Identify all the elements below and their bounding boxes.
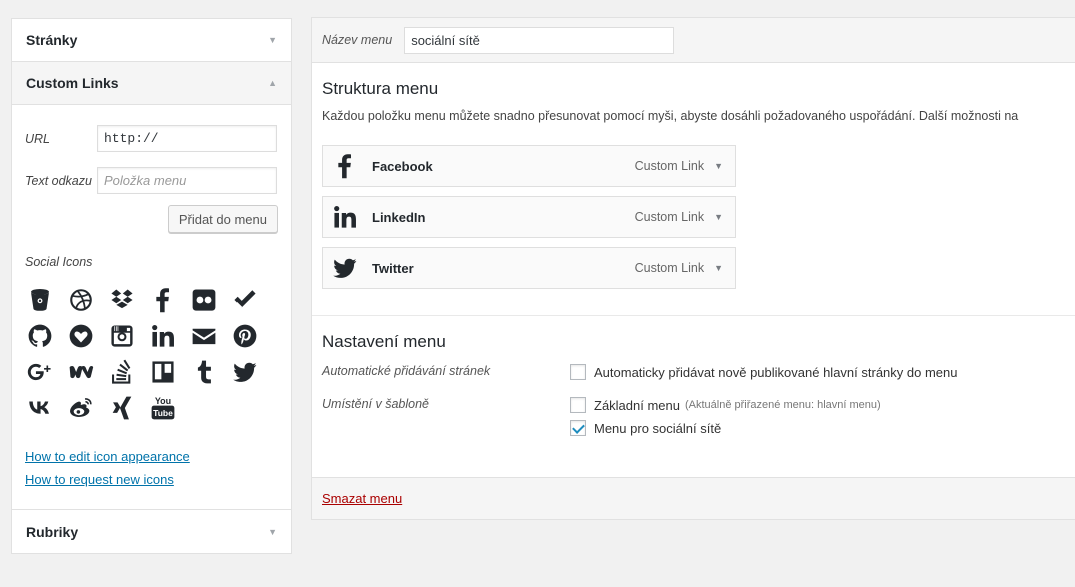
- auto-add-checkbox[interactable]: [570, 364, 586, 380]
- location-social-option: Menu pro sociální sítě: [570, 420, 881, 436]
- location-label: Umístění v šabloně: [322, 397, 429, 411]
- vk-icon[interactable]: [26, 394, 53, 421]
- menu-item-type: Custom Link: [634, 261, 705, 275]
- menu-content: Struktura menu Každou položku menu můžet…: [312, 79, 1075, 443]
- accordion-panel: Stránky ▼ Custom Links ▲ URL http:// Tex…: [11, 18, 292, 554]
- link-text-input[interactable]: Položka menu: [97, 167, 277, 194]
- dribbble-icon[interactable]: [67, 286, 94, 313]
- link-text-label: Text odkazu: [25, 173, 92, 188]
- youtube-icon[interactable]: [149, 394, 176, 421]
- location-primary-note: (Aktuálně přiřazené menu: hlavní menu): [685, 399, 881, 411]
- flickr-icon[interactable]: [190, 286, 217, 313]
- menu-editor: Název menu sociální sítě Struktura menu …: [311, 17, 1075, 520]
- path-icon[interactable]: [67, 358, 94, 385]
- googleplus-icon[interactable]: [26, 358, 53, 385]
- menu-item-facebook[interactable]: Facebook Custom Link ▼: [322, 145, 736, 187]
- request-new-icons-link[interactable]: How to request new icons: [25, 472, 278, 487]
- menu-footer: Smazat menu: [312, 477, 1075, 519]
- location-primary-text: Základní menu: [594, 397, 680, 413]
- menu-item-title: Facebook: [372, 158, 433, 174]
- stackoverflow-icon[interactable]: [108, 358, 135, 385]
- menu-item-title: LinkedIn: [372, 209, 426, 225]
- bitbucket-icon[interactable]: [26, 286, 53, 313]
- menu-item-linkedin[interactable]: LinkedIn Custom Link ▼: [322, 196, 736, 238]
- menu-item-type: Custom Link: [634, 159, 705, 173]
- accordion-categories[interactable]: Rubriky ▼: [12, 510, 291, 553]
- location-social-checkbox[interactable]: [570, 420, 586, 436]
- accordion-pages[interactable]: Stránky ▼: [12, 19, 291, 62]
- custom-links-body: URL http:// Text odkazu Položka menu Při…: [12, 105, 291, 510]
- foursquare-icon[interactable]: [231, 286, 258, 313]
- dropbox-icon[interactable]: [108, 286, 135, 313]
- url-input[interactable]: http://: [97, 125, 277, 152]
- linkedin-icon[interactable]: [149, 322, 176, 349]
- email-icon[interactable]: [190, 322, 217, 349]
- menu-item-twitter[interactable]: Twitter Custom Link ▼: [322, 247, 736, 289]
- twitter-icon: [332, 255, 358, 281]
- twitter-icon[interactable]: [231, 358, 258, 385]
- accordion-custom-links[interactable]: Custom Links ▲: [12, 62, 291, 105]
- accordion-pages-label: Stránky: [26, 32, 78, 48]
- gittip-icon[interactable]: [67, 322, 94, 349]
- sidebar: Stránky ▼ Custom Links ▲ URL http:// Tex…: [11, 18, 292, 554]
- facebook-icon[interactable]: [149, 286, 176, 313]
- chevron-up-icon: ▲: [268, 78, 277, 88]
- url-row: URL http://: [25, 125, 278, 152]
- menu-name-input[interactable]: sociální sítě: [404, 26, 675, 54]
- divider: [312, 315, 1075, 316]
- url-label: URL: [25, 131, 51, 146]
- chevron-down-icon[interactable]: ▼: [714, 212, 723, 222]
- location-row: Umístění v šabloně Základní menu (Aktuál…: [322, 397, 1075, 443]
- menu-item-title: Twitter: [372, 260, 414, 276]
- edit-icon-appearance-link[interactable]: How to edit icon appearance: [25, 449, 278, 464]
- chevron-down-icon: ▼: [268, 35, 277, 45]
- location-primary-checkbox[interactable]: [570, 397, 586, 413]
- social-icons-label: Social Icons: [25, 255, 93, 269]
- weibo-icon[interactable]: [67, 394, 94, 421]
- instagram-icon[interactable]: [108, 322, 135, 349]
- add-button-row: Přidat do menu: [25, 205, 278, 233]
- help-links: How to edit icon appearance How to reque…: [25, 449, 278, 487]
- tumblr-icon[interactable]: [190, 358, 217, 385]
- delete-menu-link[interactable]: Smazat menu: [322, 491, 402, 506]
- pinterest-icon[interactable]: [231, 322, 258, 349]
- xing-icon[interactable]: [108, 394, 135, 421]
- menu-name-label: Název menu: [322, 33, 393, 47]
- add-to-menu-button[interactable]: Přidat do menu: [167, 205, 278, 233]
- settings-title: Nastavení menu: [322, 332, 446, 351]
- chevron-down-icon[interactable]: ▼: [714, 161, 723, 171]
- menu-name-bar: Název menu sociální sítě: [312, 18, 1075, 63]
- auto-add-text: Automaticky přidávat nově publikované hl…: [594, 364, 958, 380]
- auto-add-option: Automaticky přidávat nově publikované hl…: [570, 364, 957, 380]
- menu-item-type: Custom Link: [634, 210, 705, 224]
- facebook-icon: [332, 153, 358, 179]
- link-text-row: Text odkazu Položka menu: [25, 167, 278, 194]
- github-icon[interactable]: [26, 322, 53, 349]
- location-social-text: Menu pro sociální sítě: [594, 420, 722, 436]
- chevron-down-icon: ▼: [268, 526, 277, 537]
- location-primary-option: Základní menu (Aktuálně přiřazené menu: …: [570, 397, 881, 413]
- trello-icon[interactable]: [149, 358, 176, 385]
- structure-description: Každou položku menu můžete snadno přesun…: [322, 109, 1019, 123]
- auto-add-row: Automatické přidávání stránek Automatick…: [322, 364, 1075, 387]
- chevron-down-icon[interactable]: ▼: [714, 263, 723, 273]
- structure-title: Struktura menu: [322, 79, 439, 98]
- linkedin-icon: [332, 204, 358, 230]
- accordion-categories-label: Rubriky: [26, 523, 79, 540]
- accordion-custom-links-label: Custom Links: [26, 75, 119, 91]
- social-icons-grid: [25, 286, 278, 421]
- auto-add-label: Automatické přidávání stránek: [322, 364, 491, 378]
